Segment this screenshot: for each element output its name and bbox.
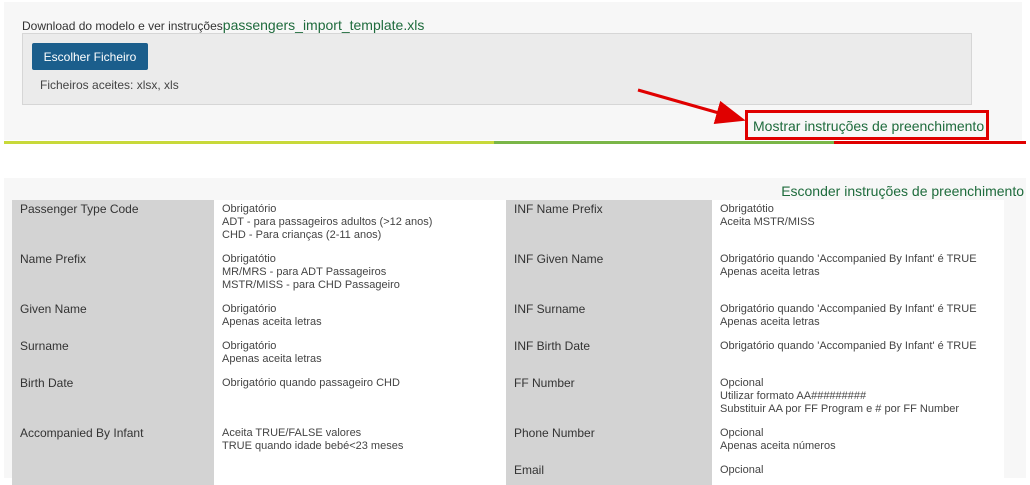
instruction-row: Given Name Obrigatório Apenas aceita letra… <box>12 300 1004 337</box>
left-field-description: Obrigatório Apenas aceita letras <box>214 300 506 337</box>
right-field-label: INF Birth Date <box>506 337 712 374</box>
instruction-row: Accompanied By Infant Aceita TRUE/FALSE v… <box>12 424 1004 461</box>
left-field-description: Obrigatótio MR/MRS - para ADT Passageiros… <box>214 250 506 300</box>
download-row: Download do modelo e ver instruçõespasse… <box>22 17 424 33</box>
description-line: Opcional <box>720 377 764 389</box>
description-line: Substituir AA por FF Program e # por FF … <box>720 403 960 415</box>
description-line: Obrigatótio <box>720 203 774 215</box>
instruction-row: Passenger Type Code Obrigatório ADT - para… <box>12 200 1004 250</box>
left-field-description: Aceita TRUE/FALSE valores TRUE quando ida… <box>214 424 506 461</box>
right-field-description: Obrigatório quando 'Accompanied By Infan… <box>712 337 1004 374</box>
left-field-label: Given Name <box>12 300 214 337</box>
left-field-label: Accompanied By Infant <box>12 424 214 461</box>
left-field-description <box>214 461 506 485</box>
left-field-description: Obrigatório ADT - para passageiros adulto… <box>214 200 506 250</box>
description-line: Aceita TRUE/FALSE valores <box>222 427 362 439</box>
show-instructions-link[interactable]: Mostrar instruções de preenchimento <box>753 118 984 134</box>
instruction-row: Email Opcional <box>12 461 1004 485</box>
left-field-description: Obrigatório Apenas aceita letras <box>214 337 506 374</box>
right-field-description: Opcional Apenas aceita números <box>712 424 1004 461</box>
left-field-label: Surname <box>12 337 214 374</box>
left-field-label <box>12 461 214 485</box>
right-field-label: FF Number <box>506 374 712 424</box>
right-field-label: INF Given Name <box>506 250 712 300</box>
description-line: Opcional <box>720 464 764 476</box>
description-line: Obrigatório <box>222 203 277 215</box>
description-line: Apenas aceita letras <box>720 266 820 278</box>
right-field-description: Obrigatótio Aceita MSTR/MISS <box>712 200 1004 250</box>
right-field-description: Opcional Utilizar formato AA######### Subs… <box>712 374 1004 424</box>
progress-segment-3 <box>834 141 1026 144</box>
template-download-link[interactable]: passengers_import_template.xls <box>223 17 425 33</box>
progress-segment-2 <box>494 141 834 144</box>
description-line: Obrigatório quando 'Accompanied By Infan… <box>720 253 977 265</box>
description-line: CHD - Para crianças (2-11 anos) <box>222 229 382 241</box>
instruction-row: Birth Date Obrigatório quando passageiro … <box>12 374 1004 424</box>
description-line: Obrigatório quando 'Accompanied By Infan… <box>720 340 977 352</box>
right-field-label: Phone Number <box>506 424 712 461</box>
description-line: MR/MRS - para ADT Passageiros <box>222 266 387 278</box>
progress-segment-1 <box>4 141 494 144</box>
description-line: Obrigatório <box>222 303 277 315</box>
description-line: Obrigatório quando passageiro CHD <box>222 377 400 389</box>
description-line: Apenas aceita números <box>720 440 836 452</box>
description-line: MSTR/MISS - para CHD Passageiro <box>222 279 400 291</box>
instruction-row: Name Prefix Obrigatótio MR/MRS - para ADT … <box>12 250 1004 300</box>
left-field-label: Birth Date <box>12 374 214 424</box>
show-instructions-highlight: Mostrar instruções de preenchimento <box>745 110 989 140</box>
description-line: Aceita MSTR/MISS <box>720 216 815 228</box>
instruction-row: Surname Obrigatório Apenas aceita letras IN… <box>12 337 1004 374</box>
left-field-label: Name Prefix <box>12 250 214 300</box>
right-field-label: INF Surname <box>506 300 712 337</box>
description-line: ADT - para passageiros adultos (>12 anos… <box>222 216 433 228</box>
left-field-description: Obrigatório quando passageiro CHD <box>214 374 506 424</box>
right-field-description: Opcional <box>712 461 1004 485</box>
description-line: Apenas aceita letras <box>720 316 820 328</box>
right-field-description: Obrigatório quando 'Accompanied By Infan… <box>712 300 1004 337</box>
hide-instructions-link[interactable]: Esconder instruções de preenchimento <box>781 183 1024 199</box>
progress-bar <box>4 141 1026 144</box>
right-field-label: INF Name Prefix <box>506 200 712 250</box>
description-line: Apenas aceita letras <box>222 316 322 328</box>
file-upload-box: Escolher Ficheiro Ficheiros aceites: xls… <box>22 33 972 105</box>
description-line: Obrigatório <box>222 340 277 352</box>
instructions-table: Passenger Type Code Obrigatório ADT - para… <box>12 200 1004 485</box>
choose-file-button[interactable]: Escolher Ficheiro <box>32 43 148 70</box>
instructions-panel: Esconder instruções de preenchimento Pas… <box>4 178 1026 485</box>
accepted-files-text: Ficheiros aceites: xlsx, xls <box>40 78 179 92</box>
right-field-label: Email <box>506 461 712 485</box>
description-line: Utilizar formato AA######### <box>720 390 867 402</box>
left-field-label: Passenger Type Code <box>12 200 214 250</box>
description-line: Obrigatótio <box>222 253 276 265</box>
description-line: Opcional <box>720 427 764 439</box>
right-field-description: Obrigatório quando 'Accompanied By Infan… <box>712 250 1004 300</box>
description-line: Apenas aceita letras <box>222 353 322 365</box>
description-line: TRUE quando idade bebé<23 meses <box>222 440 404 452</box>
description-line: Obrigatório quando 'Accompanied By Infan… <box>720 303 977 315</box>
download-text: Download do modelo e ver instruções <box>22 19 223 33</box>
